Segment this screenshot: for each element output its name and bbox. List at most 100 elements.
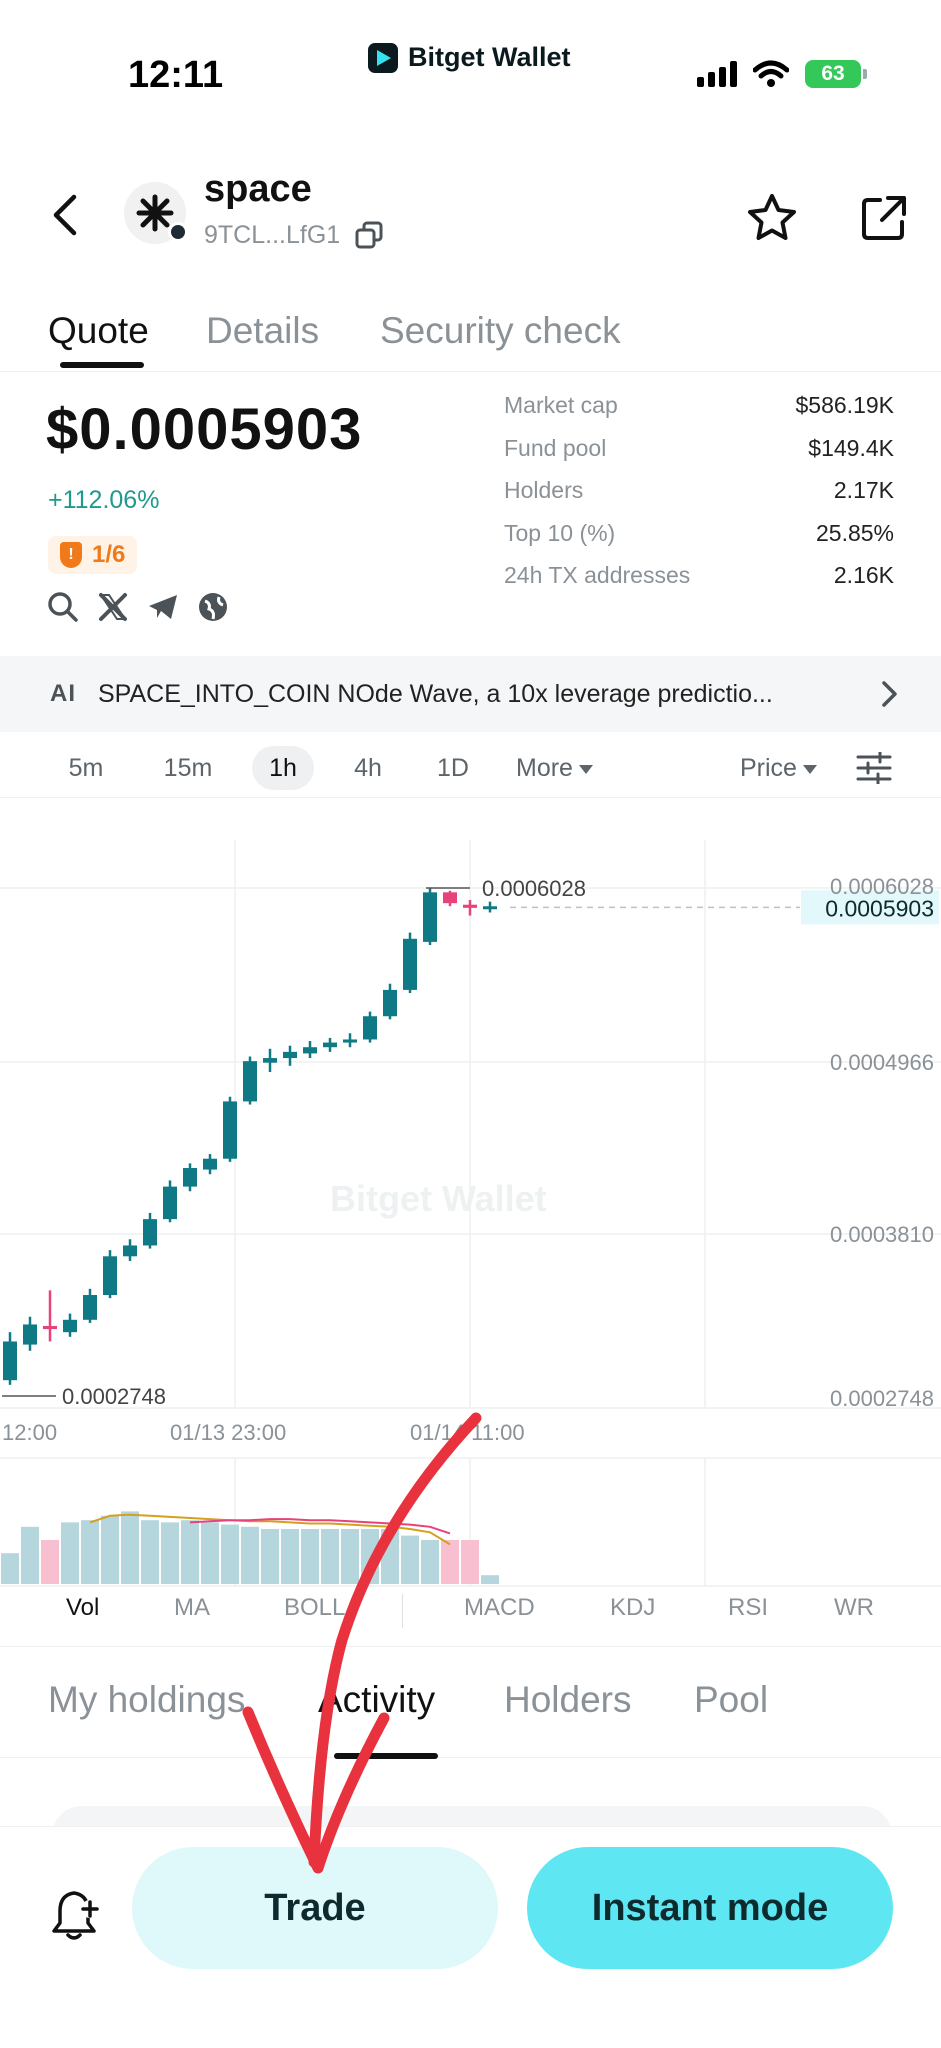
cellular-signal-icon — [697, 61, 737, 87]
tab-underline — [60, 362, 144, 368]
volume-bar — [461, 1540, 479, 1584]
tab-security-check[interactable]: Security check — [380, 310, 621, 352]
stat-label: Top 10 (%) — [504, 519, 616, 546]
telegram-icon[interactable] — [146, 590, 180, 624]
candle-body — [163, 1186, 177, 1220]
search-icon[interactable] — [46, 590, 80, 624]
instant-mode-button[interactable]: Instant mode — [527, 1847, 893, 1969]
volume-bar — [241, 1526, 259, 1584]
x-twitter-icon[interactable] — [96, 590, 130, 624]
volume-bar — [441, 1540, 459, 1584]
current-price-label: 0.0005903 — [825, 895, 934, 921]
price-mode-label: Price — [740, 754, 797, 782]
interval-bar: 5m 15m 1h 4h 1D More Price — [0, 738, 941, 798]
candle-body — [183, 1168, 197, 1187]
indicator-kdj[interactable]: KDJ — [610, 1594, 655, 1622]
candle-body — [63, 1319, 77, 1333]
shield-alert-icon: ! — [60, 542, 82, 568]
website-globe-icon[interactable] — [196, 590, 230, 624]
trade-button[interactable]: Trade — [132, 1847, 498, 1969]
tab-holders[interactable]: Holders — [504, 1679, 632, 1721]
volume-bar — [121, 1511, 139, 1584]
volume-bar — [101, 1515, 119, 1584]
brand-name: Bitget Wallet — [408, 42, 571, 72]
candle-body — [363, 1016, 377, 1040]
stat-label: Holders — [504, 477, 584, 503]
indicator-boll[interactable]: BOLL — [284, 1594, 345, 1622]
tab-quote[interactable]: Quote — [48, 310, 149, 352]
candle-body — [343, 1039, 357, 1043]
ai-icon: AI — [50, 680, 76, 707]
y-tick-label: 0.0003810 — [830, 1222, 934, 1247]
indicator-vol[interactable]: Vol — [66, 1594, 99, 1622]
candles-layer — [3, 887, 497, 1385]
volume-bar — [401, 1535, 419, 1584]
indicator-wr[interactable]: WR — [834, 1594, 874, 1622]
risk-score: 1/6 — [92, 541, 126, 568]
risk-badge[interactable]: ! 1/6 — [48, 536, 138, 574]
interval-5m[interactable]: 5m — [56, 746, 116, 790]
stat-row: Fund pool $149.4K — [504, 435, 894, 478]
interval-15m[interactable]: 15m — [156, 746, 220, 790]
status-time: 12:11 — [128, 54, 224, 96]
volume-bar — [1, 1553, 19, 1584]
volume-bar — [21, 1526, 39, 1584]
price-change: +112.06% — [48, 486, 160, 514]
token-address-row: 9TCL...LfG1 — [204, 220, 384, 250]
share-button[interactable] — [854, 188, 914, 248]
indicator-macd[interactable]: MACD — [464, 1594, 535, 1622]
token-header: space 9TCL...LfG1 — [0, 160, 941, 270]
candle-body — [303, 1047, 317, 1054]
x-tick-label: 01/13 23:00 — [170, 1420, 286, 1445]
token-avatar — [124, 182, 188, 244]
caret-down-icon — [578, 764, 593, 774]
volume-bar — [81, 1520, 99, 1584]
bottom-action-bar: Trade Instant mode — [0, 1826, 941, 2048]
section-tabs: My holdings Activity Holders Pool — [0, 1646, 941, 1759]
social-links — [46, 590, 230, 624]
volume-bar — [41, 1540, 59, 1584]
tab-pool[interactable]: Pool — [694, 1679, 768, 1721]
volume-bar — [361, 1529, 379, 1584]
candle-body — [3, 1341, 17, 1381]
ai-insight-banner[interactable]: AI SPACE_INTO_COIN NOde Wave, a 10x leve… — [0, 656, 941, 732]
volume-bar — [221, 1524, 239, 1584]
caret-down-icon — [802, 764, 817, 774]
more-intervals-dropdown[interactable]: More — [516, 746, 612, 790]
candle-body — [403, 938, 417, 990]
chevron-left-icon — [53, 194, 77, 236]
volume-bar — [261, 1529, 279, 1584]
indicator-tabs: Vol MA BOLL MACD KDJ RSI WR — [0, 1594, 941, 1638]
bell-add-icon — [52, 1891, 99, 1940]
tab-details[interactable]: Details — [206, 310, 319, 352]
candle-body — [223, 1101, 237, 1159]
stat-label: Fund pool — [504, 434, 607, 461]
volume-layer — [1, 1511, 499, 1584]
price-alert-button[interactable] — [50, 1887, 102, 1943]
tab-my-holdings[interactable]: My holdings — [48, 1679, 245, 1721]
interval-1d[interactable]: 1D — [424, 746, 482, 790]
quote-tabs: Quote Details Security check — [0, 300, 941, 372]
chart-settings-icon[interactable] — [856, 752, 892, 784]
current-price: $0.0005903 — [46, 397, 363, 462]
price-mode-dropdown[interactable]: Price — [740, 746, 836, 790]
volume-bar — [61, 1522, 79, 1584]
tab-activity[interactable]: Activity — [318, 1679, 435, 1721]
candle-body — [263, 1058, 277, 1063]
token-name: space — [204, 168, 312, 210]
volume-bar — [381, 1529, 399, 1584]
copy-icon[interactable] — [354, 220, 384, 250]
chevron-right-icon — [882, 681, 897, 707]
more-label: More — [516, 754, 573, 782]
interval-4h[interactable]: 4h — [338, 746, 398, 790]
back-button[interactable] — [40, 190, 90, 240]
price-chart[interactable]: 0.0005903 0.0006028 0.0002748 0.0006028 0.00… — [0, 800, 941, 1587]
indicator-rsi[interactable]: RSI — [728, 1594, 768, 1622]
candle-body — [243, 1061, 257, 1102]
token-stats: Market cap $586.19K Fund pool $149.4K Hold… — [504, 392, 894, 605]
favorite-button[interactable] — [742, 188, 802, 248]
candle-body — [123, 1245, 137, 1257]
stat-value: $586.19K — [795, 392, 894, 418]
interval-1h[interactable]: 1h — [252, 746, 314, 790]
indicator-ma[interactable]: MA — [174, 1594, 210, 1622]
